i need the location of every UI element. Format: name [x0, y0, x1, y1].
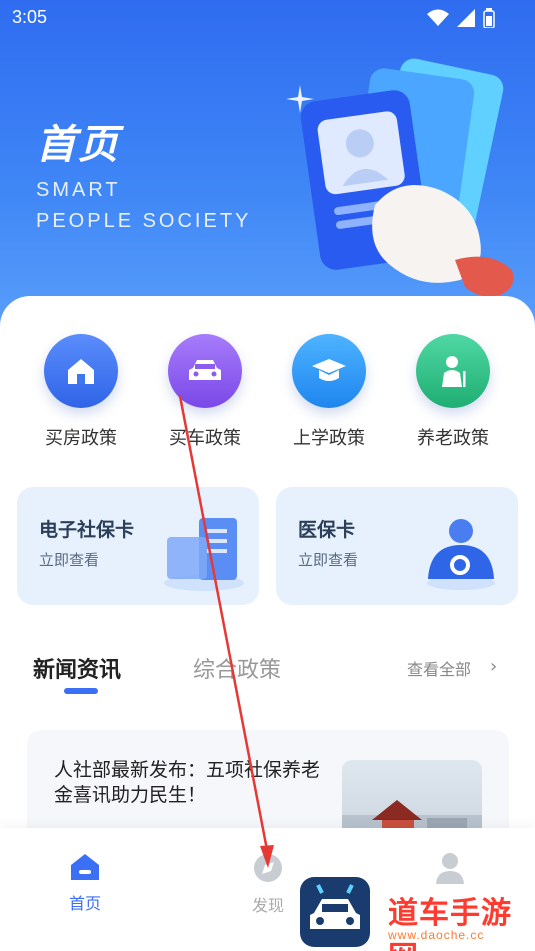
news-tabs: 新闻资讯 综合政策 查看全部 ›	[0, 650, 535, 700]
hero-banner: 3:05 首页 SMART PEOPLE SOCIETY	[0, 0, 535, 340]
chevron-right-icon: ›	[490, 656, 498, 677]
service-card-subtitle: 立即查看	[39, 551, 100, 569]
profile-icon	[410, 852, 490, 884]
signal-icon	[457, 9, 475, 27]
id-card-hand-illustration	[286, 58, 514, 297]
hero-subtitle: SMART PEOPLE SOCIETY	[36, 175, 251, 237]
status-time: 3:05	[12, 7, 48, 27]
service-card-subtitle: 立即查看	[298, 551, 359, 569]
wifi-icon	[427, 9, 449, 27]
status-icons	[427, 8, 495, 28]
hero-subtitle-line2: PEOPLE SOCIETY	[36, 210, 252, 232]
quick-action-label: 养老政策	[417, 428, 489, 449]
tab-general-policy[interactable]: 综合政策	[193, 652, 281, 684]
house-icon	[44, 334, 118, 408]
watermark-logo	[300, 877, 370, 947]
quick-action-label: 买车政策	[169, 428, 241, 449]
medical-insurance-card[interactable]: 医保卡 立即查看	[276, 487, 518, 605]
news-title: 人社部最新发布：五项社保养老金喜讯助力民生！	[54, 759, 321, 806]
car-icon	[168, 334, 242, 408]
service-card-title: 医保卡	[298, 519, 356, 541]
nav-discover[interactable]: 发现	[228, 852, 308, 916]
home-icon	[45, 852, 125, 882]
view-all-link[interactable]: 查看全部	[407, 656, 471, 680]
tab-active-indicator	[64, 688, 98, 694]
elderly-person-icon	[416, 334, 490, 408]
quick-action-buy-car[interactable]: 买车政策	[150, 334, 260, 450]
status-bar: 3:05	[0, 0, 535, 36]
quick-action-pension[interactable]: 养老政策	[398, 334, 508, 450]
medical-badge-icon	[427, 519, 495, 590]
page-title: 首页	[36, 122, 120, 168]
nav-label: 首页	[68, 894, 101, 913]
quick-action-label: 上学政策	[293, 428, 365, 449]
social-security-card[interactable]: 电子社保卡 立即查看	[17, 487, 259, 605]
tab-news[interactable]: 新闻资讯	[33, 652, 121, 684]
building-card-icon	[164, 518, 244, 591]
battery-icon	[483, 8, 495, 28]
quick-action-school[interactable]: 上学政策	[274, 334, 384, 450]
nav-home[interactable]: 首页	[45, 852, 125, 914]
quick-action-buy-house[interactable]: 买房政策	[26, 334, 136, 450]
nav-label: 发现	[251, 896, 284, 915]
watermark-url: www.daoche.cc	[388, 928, 485, 942]
service-card-title: 电子社保卡	[39, 519, 135, 541]
compass-icon	[228, 852, 308, 884]
quick-action-label: 买房政策	[45, 428, 117, 449]
nav-profile[interactable]	[410, 852, 490, 892]
graduation-cap-icon	[292, 334, 366, 408]
hero-subtitle-line1: SMART	[36, 179, 121, 201]
